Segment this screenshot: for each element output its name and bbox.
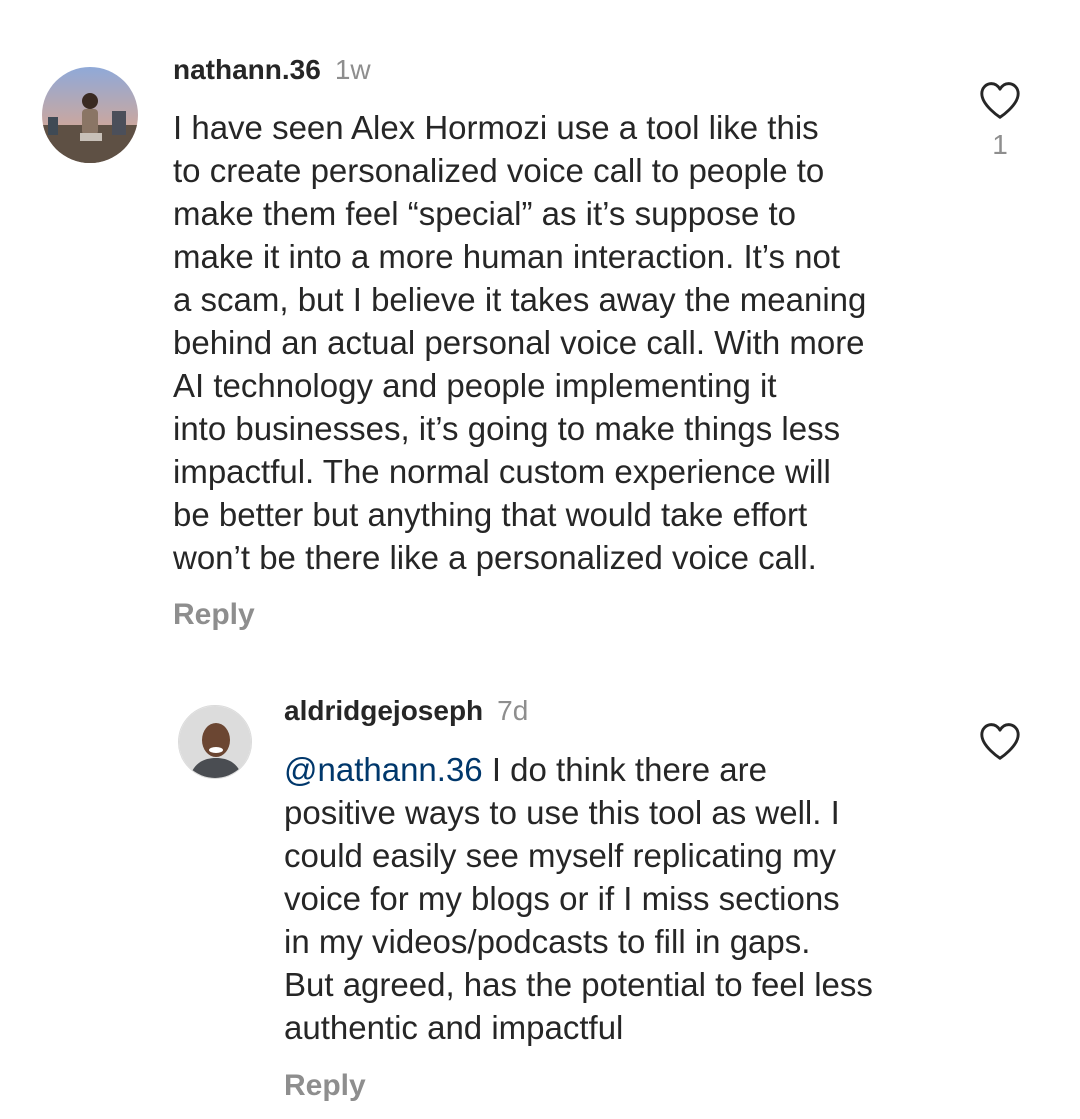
comment-line-text: I do think there are [482,751,768,788]
comment-line: AI technology and people implementing it [173,367,777,404]
comment-line: I have seen Alex Hormozi use a tool like… [173,109,819,146]
comment-line: into businesses, it’s going to make thin… [173,410,841,447]
comment-line: positive ways to use this tool as well. … [284,794,840,831]
comment-header: aldridgejoseph 7d [284,694,528,728]
mention-link[interactable]: @nathann.36 [284,751,483,788]
avatar-photo-icon [42,67,138,163]
timestamp: 1w [334,54,371,85]
reply-button[interactable]: Reply [173,597,255,633]
avatar-aldridgejoseph[interactable] [178,705,252,779]
comment-header: nathann.36 1w [173,53,371,87]
like-button[interactable]: 1 [976,80,1024,161]
comment-text: I have seen Alex Hormozi use a tool like… [173,106,866,579]
comment-text: @nathann.36 I do think there are positiv… [284,748,873,1049]
comment-line: impactful. The normal custom experience … [173,453,831,490]
comment-line: a scam, but I believe it takes away the … [173,281,867,318]
avatar-nathann[interactable] [42,67,138,163]
comment-line: make it into a more human interaction. I… [173,238,841,275]
reply-button[interactable]: Reply [284,1068,366,1104]
heart-outline-icon [980,723,1020,760]
comment-line: But agreed, has the potential to feel le… [284,966,873,1003]
username[interactable]: aldridgejoseph [284,695,483,726]
username[interactable]: nathann.36 [173,54,321,85]
comment-line: be better but anything that would take e… [173,496,808,533]
comment-line: make them feel “special” as it’s suppose… [173,195,797,232]
like-button[interactable] [976,721,1024,766]
comment-line: won’t be there like a personalized voice… [173,539,817,576]
comment-line: @nathann.36 I do think there are [284,748,873,791]
comment-line: could easily see myself replicating my [284,837,837,874]
comment-line: authentic and impactful [284,1009,624,1046]
comment-line: in my videos/podcasts to fill in gaps. [284,923,811,960]
avatar-photo-icon [179,706,251,778]
heart-outline-icon [980,82,1020,119]
comment-line: behind an actual personal voice call. Wi… [173,324,865,361]
timestamp: 7d [497,695,529,726]
comment-line: voice for my blogs or if I miss sections [284,880,840,917]
comment-line: to create personalized voice call to peo… [173,152,825,189]
like-count: 1 [992,129,1008,160]
